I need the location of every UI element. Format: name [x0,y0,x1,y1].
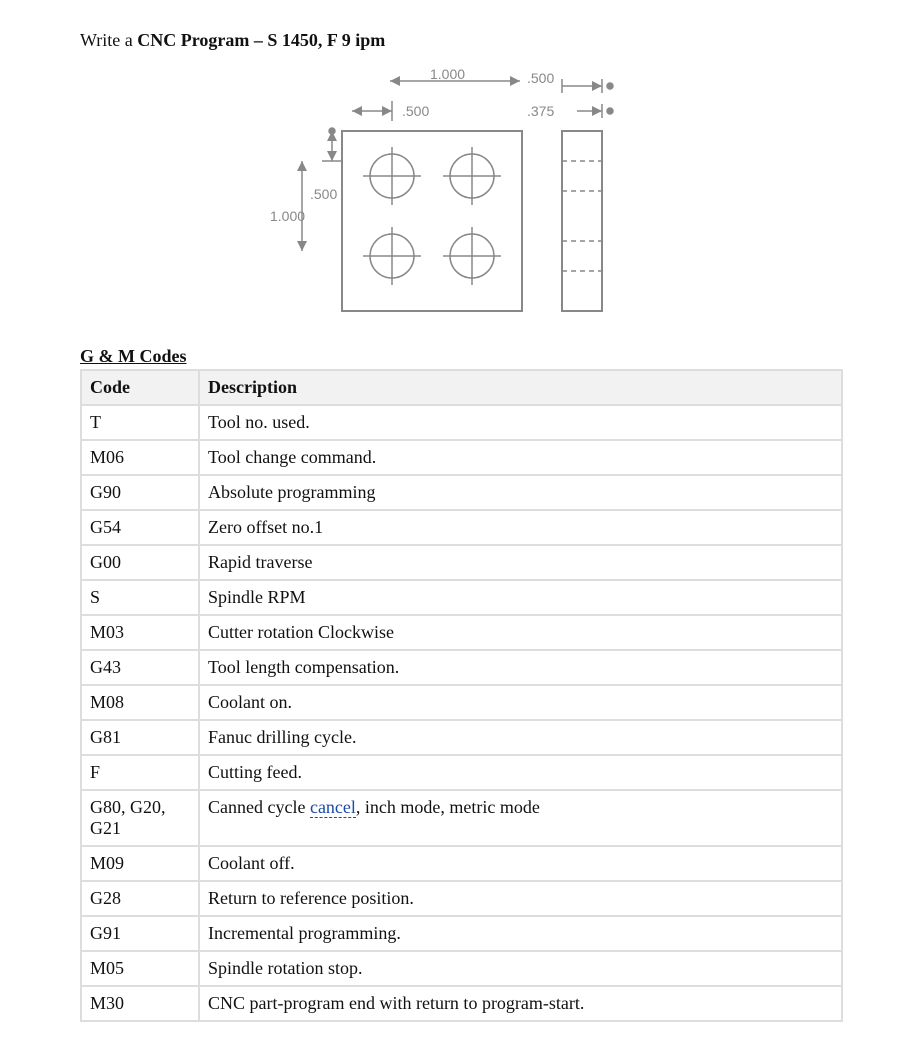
code-cell: M09 [81,846,199,881]
desc-cell: Coolant off. [199,846,842,881]
desc-text-pre: Tool length compensation. [208,657,399,677]
desc-cell: Cutter rotation Clockwise [199,615,842,650]
desc-cell: Incremental programming. [199,916,842,951]
code-cell: M30 [81,986,199,1021]
desc-text-pre: Tool no. used. [208,412,310,432]
dim-top-span: 1.000 [430,66,465,82]
table-row: T Tool no. used. [81,405,842,440]
inline-link[interactable]: cancel [310,797,356,818]
code-cell: F [81,755,199,790]
dim-side-span: 1.000 [270,208,305,224]
table-row: M30 CNC part-program end with return to p… [81,986,842,1021]
table-row: G91 Incremental programming. [81,916,842,951]
desc-cell: Tool no. used. [199,405,842,440]
dim-top-half: .500 [402,103,429,119]
desc-text-pre: Cutting feed. [208,762,302,782]
table-row: M06 Tool change command. [81,440,842,475]
desc-text-pre: Fanuc drilling cycle. [208,727,356,747]
desc-text-pre: Coolant off. [208,853,295,873]
col-header-desc: Description [199,370,842,405]
codes-table: Code Description T Tool no. used. M06 Tool … [80,369,843,1022]
code-cell: G91 [81,916,199,951]
code-cell: G54 [81,510,199,545]
desc-cell: Spindle RPM [199,580,842,615]
code-cell: M03 [81,615,199,650]
code-cell: G80, G20, G21 [81,790,199,846]
table-row: M08 Coolant on. [81,685,842,720]
desc-cell: Return to reference position. [199,881,842,916]
desc-cell: Fanuc drilling cycle. [199,720,842,755]
desc-cell: Tool change command. [199,440,842,475]
code-cell: M06 [81,440,199,475]
code-cell: M08 [81,685,199,720]
desc-text-pre: Incremental programming. [208,923,401,943]
desc-text-post: , inch mode, metric mode [356,797,540,817]
desc-text-pre: Return to reference position. [208,888,414,908]
technical-drawing: 1.000 .500 1.000 [80,61,843,326]
dim-side-half: .500 [310,186,337,202]
table-row: M05 Spindle rotation stop. [81,951,842,986]
table-row: G43 Tool length compensation. [81,650,842,685]
table-row: G54 Zero offset no.1 [81,510,842,545]
desc-text-pre: Rapid traverse [208,552,312,572]
table-row: S Spindle RPM [81,580,842,615]
code-cell: T [81,405,199,440]
desc-cell: Absolute programming [199,475,842,510]
page-title: Write a CNC Program – S 1450, F 9 ipm [80,30,843,51]
table-row: G28 Return to reference position. [81,881,842,916]
desc-text-pre: CNC part-program end with return to prog… [208,993,584,1013]
desc-text-pre: Tool change command. [208,447,376,467]
code-cell: S [81,580,199,615]
dim-right-hole: .375 [527,103,554,119]
desc-cell: Zero offset no.1 [199,510,842,545]
desc-text-pre: Spindle rotation stop. [208,958,363,978]
table-row: G00 Rapid traverse [81,545,842,580]
table-row: G90 Absolute programming [81,475,842,510]
title-prefix: Write a [80,30,137,50]
title-bold: CNC Program – S 1450, F 9 ipm [137,30,385,50]
code-cell: G00 [81,545,199,580]
table-row: G80, G20, G21Canned cycle cancel, inch m… [81,790,842,846]
section-heading: G & M Codes [80,346,843,367]
table-row: G81 Fanuc drilling cycle. [81,720,842,755]
desc-cell: Coolant on. [199,685,842,720]
table-row: M03 Cutter rotation Clockwise [81,615,842,650]
dim-right-width: .500 [527,70,554,86]
desc-cell: Rapid traverse [199,545,842,580]
code-cell: G90 [81,475,199,510]
desc-text-pre: Zero offset no.1 [208,517,323,537]
desc-text-pre: Cutter rotation Clockwise [208,622,394,642]
desc-text-pre: Canned cycle [208,797,310,817]
code-cell: G28 [81,881,199,916]
desc-cell: Spindle rotation stop. [199,951,842,986]
desc-text-pre: Coolant on. [208,692,292,712]
col-header-code: Code [81,370,199,405]
table-row: M09 Coolant off. [81,846,842,881]
code-cell: M05 [81,951,199,986]
desc-text-pre: Absolute programming [208,482,375,502]
desc-cell: Tool length compensation. [199,650,842,685]
code-cell: G43 [81,650,199,685]
drawing-svg: 1.000 .500 1.000 [252,61,672,321]
desc-cell: Cutting feed. [199,755,842,790]
code-cell: G81 [81,720,199,755]
desc-cell: Canned cycle cancel, inch mode, metric m… [199,790,842,846]
desc-cell: CNC part-program end with return to prog… [199,986,842,1021]
desc-text-pre: Spindle RPM [208,587,306,607]
table-row: F Cutting feed. [81,755,842,790]
